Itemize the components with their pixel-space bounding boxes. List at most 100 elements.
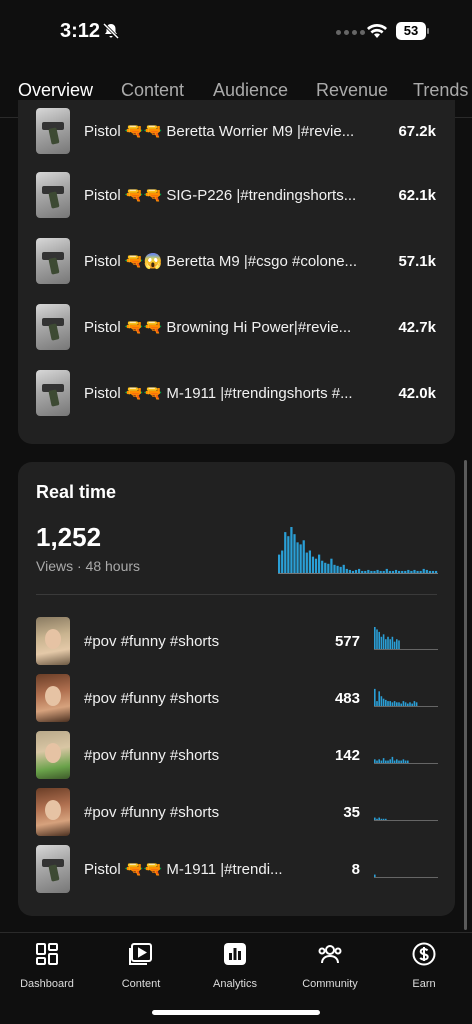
- video-title: #pov #funny #shorts: [84, 746, 220, 764]
- video-views: 42.0k: [398, 384, 436, 402]
- chart-bar: [416, 570, 419, 573]
- sparkline-bar: [380, 760, 383, 763]
- sparkline-bar: [374, 874, 376, 877]
- realtime-video-row[interactable]: #pov #funny #shorts 142: [36, 730, 438, 780]
- chart-bar: [361, 570, 364, 573]
- home-indicator[interactable]: [152, 1010, 320, 1015]
- bell-muted-icon: [102, 22, 120, 40]
- chart-bar: [302, 540, 305, 573]
- video-views: 67.2k: [398, 122, 436, 140]
- sparkline-bar: [378, 691, 380, 706]
- tab-content[interactable]: Content: [121, 80, 184, 101]
- chart-bar: [308, 550, 311, 573]
- realtime-video-row[interactable]: Pistol 🔫🔫 M-1911 |#trendi... 8: [36, 844, 438, 894]
- realtime-video-row[interactable]: #pov #funny #shorts 577: [36, 616, 438, 666]
- video-row[interactable]: Pistol 🔫🔫 Browning Hi Power|#revie... 42…: [36, 304, 436, 350]
- nav-label: Community: [302, 978, 358, 990]
- chart-bar: [336, 565, 339, 573]
- chart-bar: [345, 568, 348, 573]
- video-title: Pistol 🔫🔫 SIG-P226 |#trendingshorts...: [84, 187, 357, 204]
- chart-bar: [287, 536, 290, 573]
- video-views: 577: [334, 632, 360, 650]
- chart-bar: [290, 527, 293, 573]
- video-views: 8: [351, 860, 360, 878]
- sparkline-bar: [391, 702, 394, 706]
- sparkline-bar: [400, 703, 402, 706]
- sparkline-bar: [393, 701, 396, 706]
- chart-bar: [296, 542, 299, 573]
- video-sparkline: [374, 874, 438, 878]
- sparkline-bar: [413, 701, 416, 706]
- top-content-card: Pistol 🔫🔫 Beretta Worrier M9 |#revie... …: [18, 100, 455, 444]
- nav-dashboard[interactable]: Dashboard: [7, 941, 87, 990]
- sparkline-bar: [391, 636, 394, 649]
- video-thumbnail: [36, 617, 70, 665]
- chart-bar: [278, 554, 281, 573]
- chart-bar: [370, 570, 373, 573]
- sparkline-bar: [409, 702, 411, 706]
- realtime-title: Real time: [36, 482, 117, 502]
- sparkline-bar: [387, 701, 389, 706]
- video-thumbnail: [36, 108, 70, 154]
- sparkline-bar: [378, 817, 380, 820]
- tab-audience[interactable]: Audience: [213, 80, 288, 101]
- sparkline-bar: [404, 760, 407, 763]
- realtime-subtitle: Views · 48 hours: [36, 558, 141, 574]
- chart-bar: [422, 568, 425, 573]
- chart-bar: [354, 569, 358, 573]
- chart-bar: [327, 563, 330, 573]
- nav-label: Content: [121, 978, 161, 990]
- sparkline-bar: [382, 634, 385, 649]
- sparkline-bar: [402, 759, 405, 763]
- realtime-video-row[interactable]: #pov #funny #shorts 35: [36, 787, 438, 837]
- chart-bar: [401, 570, 404, 573]
- video-title: #pov #funny #shorts: [84, 803, 220, 821]
- video-views: 62.1k: [398, 186, 436, 204]
- chart-bar: [367, 569, 370, 573]
- chart-bar: [342, 564, 345, 573]
- sparkline-bar: [407, 760, 409, 763]
- video-title: #pov #funny #shorts: [84, 632, 220, 650]
- sparkline-bar: [374, 759, 376, 763]
- realtime-video-row[interactable]: #pov #funny #shorts 483: [36, 673, 438, 723]
- sparkline-bar: [400, 760, 402, 763]
- video-sparkline: [374, 756, 438, 764]
- tab-overview[interactable]: Overview: [18, 80, 93, 101]
- sparkline-bar: [398, 702, 400, 706]
- nav-content[interactable]: Content: [101, 941, 181, 990]
- sparkline-bar: [382, 818, 385, 820]
- chart-bar: [293, 534, 296, 573]
- video-title: Pistol 🔫😱 Beretta M9 |#csgo #colone...: [84, 253, 358, 270]
- sparkline-bar: [385, 639, 387, 649]
- chart-bar: [324, 562, 327, 573]
- chart-bar: [413, 569, 416, 573]
- sparkline-bar: [376, 760, 378, 763]
- realtime-card[interactable]: Real time 1,252 Views · 48 hours #pov #f…: [18, 462, 455, 916]
- scrollbar[interactable]: [464, 460, 467, 930]
- sparkline-bar: [391, 756, 394, 763]
- battery-icon: 53: [396, 22, 430, 40]
- chart-bar: [382, 570, 385, 573]
- nav-earn[interactable]: Earn: [384, 941, 464, 990]
- video-row[interactable]: Pistol 🔫😱 Beretta M9 |#csgo #colone... 5…: [36, 238, 436, 284]
- sparkline-bar: [398, 640, 400, 649]
- video-thumbnail: [36, 731, 70, 779]
- sparkline-bar: [389, 701, 391, 706]
- chart-bar: [339, 566, 342, 573]
- chart-bar: [314, 558, 318, 573]
- nav-community[interactable]: Community: [290, 941, 370, 990]
- video-row[interactable]: Pistol 🔫🔫 SIG-P226 |#trendingshorts... 6…: [36, 172, 436, 218]
- earn-icon: [412, 942, 436, 966]
- chart-bar: [333, 564, 336, 573]
- nav-analytics[interactable]: Analytics: [195, 941, 275, 990]
- sparkline-bar: [411, 703, 413, 706]
- tab-revenue[interactable]: Revenue: [316, 80, 388, 101]
- sparkline-bar: [374, 627, 376, 649]
- video-row[interactable]: Pistol 🔫🔫 Beretta Worrier M9 |#revie... …: [36, 108, 436, 154]
- video-row[interactable]: Pistol 🔫🔫 M-1911 |#trendingshorts #... 4…: [36, 370, 436, 416]
- video-thumbnail: [36, 370, 70, 416]
- tab-trends[interactable]: Trends: [413, 80, 468, 101]
- chart-bar: [428, 570, 431, 573]
- sparkline-bar: [396, 639, 398, 649]
- sparkline-bar: [376, 818, 378, 820]
